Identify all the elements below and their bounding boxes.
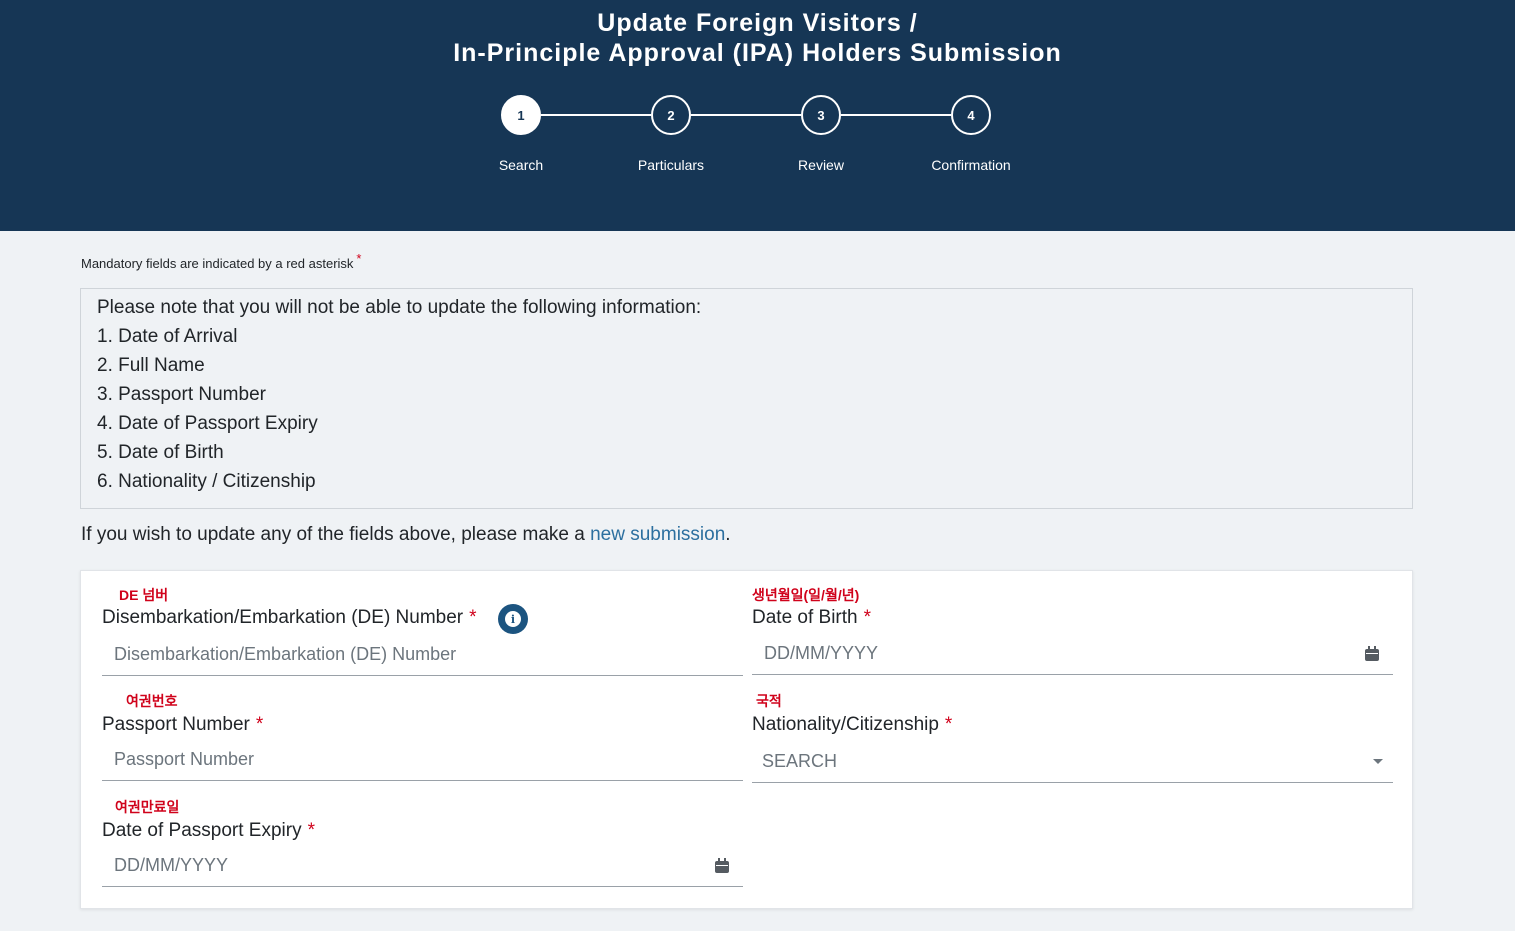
search-form-card: DE 넘버 Disembarkation/Embarkation (DE) Nu… bbox=[80, 570, 1413, 909]
passport-expiry-annotation: 여권만료일 bbox=[115, 799, 180, 815]
required-asterisk: * bbox=[307, 820, 315, 841]
step-4-circle: 4 bbox=[951, 95, 991, 135]
update-prompt: If you wish to update any of the fields … bbox=[81, 524, 731, 546]
passport-number-label: Passport Number * bbox=[102, 714, 263, 736]
passport-expiry-label: Date of Passport Expiry * bbox=[102, 820, 315, 842]
de-number-annotation: DE 넘버 bbox=[119, 587, 169, 603]
info-icon-glyph: i bbox=[505, 611, 521, 627]
info-icon[interactable]: i bbox=[498, 604, 528, 634]
page-title-line1: Update Foreign Visitors / bbox=[597, 9, 918, 37]
de-number-label-text: Disembarkation/Embarkation (DE) Number bbox=[102, 607, 464, 628]
nationality-label: Nationality/Citizenship * bbox=[752, 714, 952, 736]
required-asterisk: * bbox=[944, 714, 953, 735]
mandatory-note-text: Mandatory fields are indicated by a red … bbox=[81, 256, 354, 271]
nationality-label-text: Nationality/Citizenship bbox=[752, 714, 939, 735]
step-2-label: Particulars bbox=[637, 157, 705, 173]
date-of-birth-input[interactable]: DD/MM/YYYY bbox=[752, 633, 1393, 675]
step-1-circle: 1 bbox=[501, 95, 541, 135]
stepper-connector bbox=[541, 114, 651, 116]
nationality-select[interactable]: SEARCH bbox=[752, 741, 1393, 783]
passport-number-annotation: 여권번호 bbox=[126, 693, 178, 709]
notice-item: 6. Nationality / Citizenship bbox=[97, 471, 316, 492]
update-prompt-period: . bbox=[725, 524, 731, 545]
new-submission-link[interactable]: new submission bbox=[590, 524, 725, 545]
notice-item: 1. Date of Arrival bbox=[97, 326, 238, 347]
de-number-input[interactable]: Disembarkation/Embarkation (DE) Number bbox=[102, 634, 743, 676]
step-4-label: Confirmation bbox=[931, 157, 1011, 173]
required-asterisk: * bbox=[863, 607, 872, 628]
notice-item: 5. Date of Birth bbox=[97, 442, 224, 463]
chevron-down-icon[interactable] bbox=[1373, 759, 1383, 764]
page-header: Update Foreign Visitors / In-Principle A… bbox=[0, 0, 1515, 231]
notice-item: 2. Full Name bbox=[97, 355, 205, 376]
date-of-birth-annotation: 생년월일(일/월/년) bbox=[752, 587, 860, 603]
nationality-annotation: 국적 bbox=[756, 693, 782, 709]
date-of-birth-label-text: Date of Birth bbox=[752, 607, 858, 628]
passport-expiry-input[interactable]: DD/MM/YYYY bbox=[102, 845, 743, 887]
stepper-connector bbox=[691, 114, 801, 116]
page-title-line2: In-Principle Approval (IPA) Holders Subm… bbox=[453, 39, 1062, 67]
passport-number-input[interactable]: Passport Number bbox=[102, 739, 743, 781]
update-prompt-text: If you wish to update any of the fields … bbox=[81, 524, 591, 545]
calendar-icon[interactable] bbox=[1365, 646, 1379, 661]
notice-box: Please note that you will not be able to… bbox=[80, 288, 1413, 509]
passport-number-label-text: Passport Number bbox=[102, 714, 250, 735]
page-title: Update Foreign Visitors / In-Principle A… bbox=[0, 8, 1515, 68]
date-of-birth-label: Date of Birth * bbox=[752, 607, 871, 629]
calendar-icon[interactable] bbox=[715, 858, 729, 873]
step-1-label: Search bbox=[498, 157, 544, 173]
progress-stepper: 1 2 3 4 Search Particulars Review Confir… bbox=[0, 95, 1515, 185]
step-3-label: Review bbox=[798, 157, 844, 173]
nationality-placeholder: SEARCH bbox=[762, 751, 838, 771]
required-asterisk: * bbox=[255, 714, 264, 735]
notice-item: 3. Passport Number bbox=[97, 384, 266, 405]
passport-expiry-placeholder: DD/MM/YYYY bbox=[114, 855, 229, 875]
step-2-circle: 2 bbox=[651, 95, 691, 135]
stepper-connector bbox=[841, 114, 951, 116]
required-asterisk: * bbox=[469, 607, 477, 628]
required-asterisk: * bbox=[356, 251, 362, 266]
notice-intro: Please note that you will not be able to… bbox=[97, 297, 702, 318]
de-number-label: Disembarkation/Embarkation (DE) Number * bbox=[102, 607, 477, 629]
de-number-placeholder: Disembarkation/Embarkation (DE) Number bbox=[114, 644, 457, 664]
passport-number-placeholder: Passport Number bbox=[114, 749, 255, 769]
date-of-birth-placeholder: DD/MM/YYYY bbox=[764, 643, 879, 663]
passport-expiry-label-text: Date of Passport Expiry bbox=[102, 820, 302, 841]
notice-item: 4. Date of Passport Expiry bbox=[97, 413, 318, 434]
step-3-circle: 3 bbox=[801, 95, 841, 135]
mandatory-note: Mandatory fields are indicated by a red … bbox=[81, 251, 361, 271]
